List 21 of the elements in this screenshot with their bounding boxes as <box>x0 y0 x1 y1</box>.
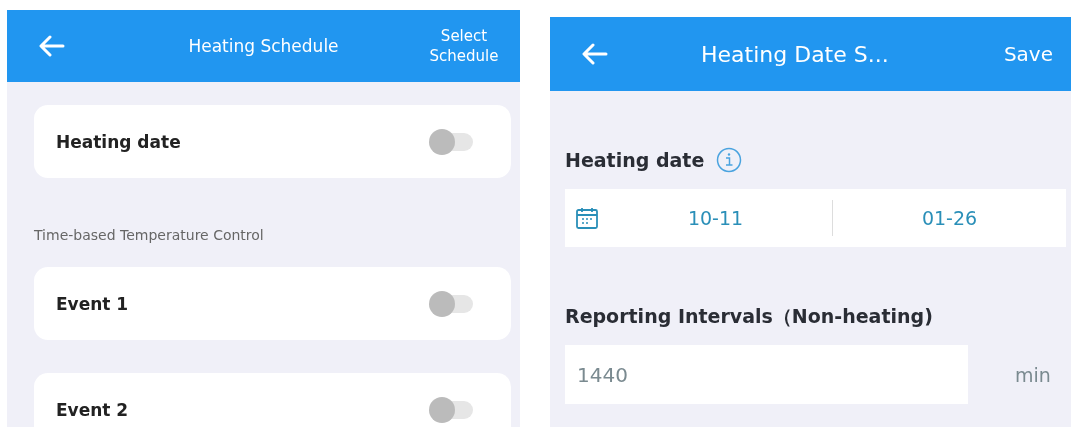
header-title: Heating Schedule <box>188 36 339 56</box>
date-range-field[interactable]: 10-11 01-26 <box>565 189 1066 247</box>
calendar-icon <box>575 206 599 230</box>
start-date[interactable]: 10-11 <box>599 207 832 229</box>
save-button[interactable]: Save <box>1003 42 1053 66</box>
back-button[interactable] <box>582 43 608 65</box>
unit-label: min <box>1015 363 1051 386</box>
reporting-intervals-label: Reporting Intervals（Non-heating) <box>565 304 934 329</box>
header-title: Heating Date S... <box>701 41 889 67</box>
info-icon[interactable] <box>716 147 743 173</box>
back-arrow-icon <box>582 43 608 65</box>
back-arrow-icon <box>39 35 65 57</box>
back-button[interactable] <box>39 35 65 57</box>
interval-input-field[interactable]: 1440 <box>565 345 968 404</box>
section-title: Time-based Temperature Control <box>34 227 265 243</box>
event-label: Event 2 <box>56 399 129 420</box>
end-date[interactable]: 01-26 <box>833 207 1066 229</box>
heating-date-label: Heating date <box>56 131 181 152</box>
heating-date-label: Heating date <box>565 149 705 171</box>
select-schedule-button[interactable]: Select Schedule <box>424 26 504 66</box>
event-label: Event 1 <box>56 293 129 314</box>
